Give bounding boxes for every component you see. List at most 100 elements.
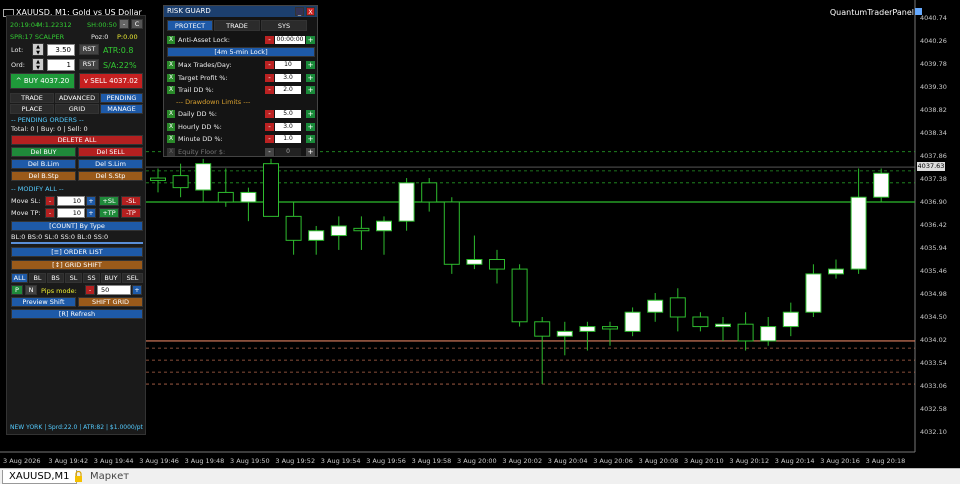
count-by-type-button[interactable]: [COUNT] By Type [11,221,143,231]
grid-shift-button[interactable]: [↕] GRID SHIFT [11,260,143,270]
plus-sl-button[interactable]: +SL [99,196,119,206]
del-blim-button[interactable]: Del B.Lim [11,159,76,169]
chart-tab-xauusd[interactable]: XAUUSD,M1 [2,470,77,484]
price-chart[interactable]: XAUUSD, M1: Gold vs US Dollar QuantumTra… [0,0,960,468]
time-tick-label: 3 Aug 20:10 [684,457,724,465]
sa-value: S/A:22% [103,61,137,70]
pips-input[interactable]: 50 [97,285,131,295]
lot-input[interactable]: 3.50 [47,44,75,56]
filter-bs[interactable]: BS [47,273,64,283]
move-sl-plus[interactable]: + [86,196,96,206]
order-list-button[interactable]: [≡] ORDER LIST [11,247,143,257]
drawdown-row-plus[interactable]: + [306,122,315,131]
move-tp-minus[interactable]: - [45,208,55,218]
shift-grid-button[interactable]: SHIFT GRID [78,297,143,307]
risk-row-minus[interactable]: - [265,61,274,69]
close-button[interactable]: C [131,19,143,29]
filter-sl[interactable]: SL [65,273,82,283]
tab-place[interactable]: PLACE [10,104,54,114]
refresh-button[interactable]: [R] Refresh [11,309,143,319]
filter-ss[interactable]: SS [83,273,100,283]
risk-row-label: Max Trades/Day: [178,61,232,69]
anti-asset-toggle[interactable]: X [167,36,175,44]
pips-minus[interactable]: - [85,285,95,295]
drawdown-row-plus[interactable]: + [306,135,315,143]
minus-sl-button[interactable]: -SL [121,196,141,206]
risk-row-toggle[interactable]: X [167,61,175,69]
market-tab[interactable]: Маркет [90,470,129,483]
tab-grid[interactable]: GRID [55,104,99,114]
risk-minimize-button[interactable]: _ [295,7,304,16]
filter-buy[interactable]: BUY [101,273,121,283]
filter-bl[interactable]: BL [29,273,46,283]
drawdown-row-value[interactable]: 3.0 [275,122,301,131]
ord-stepper[interactable]: ▲ ▼ [32,58,44,71]
candle-body [443,201,460,265]
tab-trade[interactable]: TRADE [10,93,54,103]
minus-tp-button[interactable]: -TP [121,208,141,218]
rg-tab-sys[interactable]: SYS [261,20,307,31]
buy-button[interactable]: ^ BUY 4037.20 [10,73,75,89]
drawdown-row-value[interactable]: 1.0 [275,135,301,143]
preview-shift-button[interactable]: Preview Shift [11,297,76,307]
drawdown-row-toggle[interactable]: X [167,147,175,156]
drawdown-row-minus[interactable]: - [265,135,274,143]
risk-row-value[interactable]: 10 [275,61,301,69]
filter-all[interactable]: ALL [11,273,28,283]
pips-p-button[interactable]: P [11,285,23,295]
risk-row-value[interactable]: 3.0 [275,73,301,82]
anti-asset-plus[interactable]: + [306,36,315,44]
candle-body [240,191,257,203]
del-sstp-button[interactable]: Del S.Stp [78,171,143,181]
move-tp-plus[interactable]: + [86,208,96,218]
drawdown-row-plus[interactable]: + [306,110,315,118]
tab-pending[interactable]: PENDING [100,93,143,103]
del-buy-button[interactable]: Del BUY [11,147,76,157]
tab-manage[interactable]: MANAGE [100,104,143,114]
lock-bar[interactable]: [4m 5-min Lock] [167,47,315,57]
drawdown-row-value[interactable]: 5.0 [275,110,301,118]
ord-reset-button[interactable]: RST [79,59,99,70]
filter-sel[interactable]: SEL [122,273,143,283]
sell-button[interactable]: v SELL 4037.02 [79,73,143,89]
risk-row-plus[interactable]: + [306,61,315,69]
delete-all-button[interactable]: DELETE ALL [11,135,143,145]
del-slim-button[interactable]: Del S.Lim [78,159,143,169]
risk-row-toggle[interactable]: X [167,73,175,82]
drawdown-row-toggle[interactable]: X [167,122,175,131]
move-sl-minus[interactable]: - [45,196,55,206]
candle-body [172,175,189,189]
lot-reset-button[interactable]: RST [79,44,99,55]
pips-n-button[interactable]: N [25,285,37,295]
del-bstp-button[interactable]: Del B.Stp [11,171,76,181]
risk-row-plus[interactable]: + [306,73,315,82]
anti-asset-value[interactable]: 00:00:00 [275,36,305,44]
move-tp-input[interactable]: 10 [57,208,85,218]
drawdown-row-minus[interactable]: - [265,147,274,156]
risk-close-button[interactable]: X [306,7,315,16]
drawdown-row-plus[interactable]: + [306,147,315,156]
drawdown-row-label: Equity Floor $: [178,147,226,156]
minimize-button[interactable]: - [119,19,129,29]
risk-row-value[interactable]: 2.0 [275,86,301,94]
risk-row-minus[interactable]: - [265,73,274,82]
rg-tab-protect[interactable]: PROTECT [167,20,213,31]
drawdown-row-toggle[interactable]: X [167,135,175,143]
plus-tp-button[interactable]: +TP [99,208,119,218]
anti-asset-minus[interactable]: - [265,36,274,44]
move-sl-input[interactable]: 10 [57,196,85,206]
drawdown-row-minus[interactable]: - [265,122,274,131]
tab-advanced[interactable]: ADVANCED [55,93,99,103]
del-sell-button[interactable]: Del SELL [78,147,143,157]
rg-tab-trade[interactable]: TRADE [214,20,260,31]
drawdown-row-minus[interactable]: - [265,110,274,118]
drawdown-row-value[interactable]: 0 [275,147,301,156]
drawdown-row-toggle[interactable]: X [167,110,175,118]
risk-row-minus[interactable]: - [265,86,274,94]
candle-body [376,220,392,232]
risk-row-plus[interactable]: + [306,86,315,94]
lot-stepper[interactable]: ▲ ▼ [32,43,44,56]
ord-input[interactable]: 1 [47,59,75,71]
risk-row-toggle[interactable]: X [167,86,175,94]
pips-plus[interactable]: + [132,285,142,295]
